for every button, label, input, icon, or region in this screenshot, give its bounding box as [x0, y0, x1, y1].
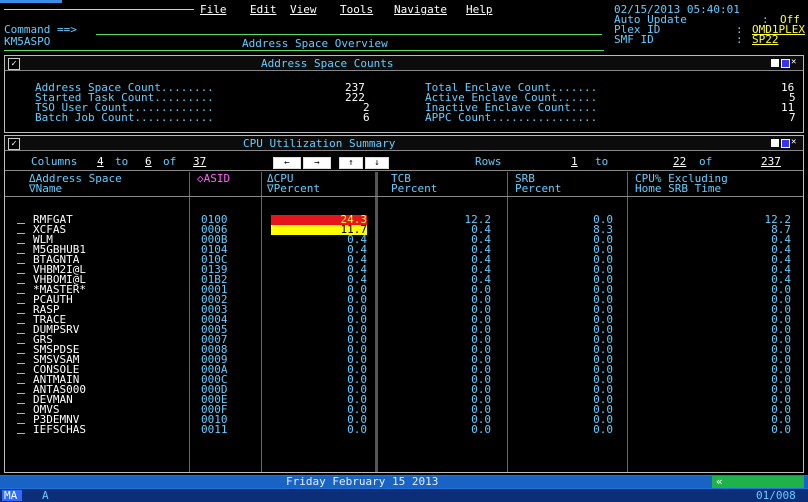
scroll-left-icon[interactable]: «: [716, 476, 723, 488]
counts-collapse-toggle[interactable]: ✓: [8, 58, 20, 70]
menu-help[interactable]: Help: [466, 4, 493, 16]
smf-colon: :: [736, 33, 743, 46]
count-label-batch: Batch Job Count............: [35, 111, 214, 124]
cell-tcb: 0.0: [471, 423, 491, 436]
row-select-field[interactable]: [17, 403, 25, 404]
row-select-field[interactable]: [17, 353, 25, 354]
status-left: MA: [4, 489, 18, 502]
panel-close-icon[interactable]: ✕: [791, 58, 800, 67]
row-select-field[interactable]: [17, 343, 25, 344]
row-select-field[interactable]: [17, 273, 25, 274]
cpu-panel: ✓ CPU Utilization Summary ✕ Columns 4 to…: [4, 135, 804, 473]
row-select-field[interactable]: [17, 323, 25, 324]
row-select-field[interactable]: [17, 303, 25, 304]
menu-navigate[interactable]: Navigate: [394, 4, 447, 16]
footer-scroll-area[interactable]: [712, 476, 804, 488]
row-select-field[interactable]: [17, 423, 25, 424]
row-select-field[interactable]: [17, 393, 25, 394]
counts-panel-title: Address Space Counts: [261, 57, 394, 70]
smf-value[interactable]: SP22: [752, 34, 779, 46]
top-tab: [0, 0, 62, 3]
counts-panel-titlebar: [5, 56, 803, 71]
title-underline: [4, 50, 604, 51]
count-value-appc: 7: [789, 111, 796, 124]
row-select-field[interactable]: [17, 413, 25, 414]
row-select-field[interactable]: [17, 243, 25, 244]
count-value-batch: 6: [363, 111, 370, 124]
row-select-field[interactable]: [17, 313, 25, 314]
row-select-field[interactable]: [17, 373, 25, 374]
count-label-appc: APPC Count................: [425, 111, 598, 124]
menu-file[interactable]: File: [200, 4, 227, 16]
row-select-field[interactable]: [17, 223, 25, 224]
row-select-field[interactable]: [17, 293, 25, 294]
table-body: RMFGAT 0100 24.3 12.2 0.0 12.2 XCFAS 0006 11.7 0.…: [5, 136, 803, 474]
status-mode: A: [42, 489, 49, 502]
cell-cpu: 0.0: [347, 423, 367, 436]
counts-panel: ✓ Address Space Counts ✕ Address Space C…: [4, 55, 804, 133]
cell-asid: 0011: [201, 423, 228, 436]
row-select-field[interactable]: [17, 363, 25, 364]
count-value-stc: 222: [345, 91, 365, 104]
row-select-field[interactable]: [17, 433, 25, 434]
status-right: 01/008: [756, 489, 796, 502]
menu-separator-line: [4, 9, 194, 10]
panel-maximize-icon[interactable]: [781, 59, 790, 68]
row-select-field[interactable]: [17, 253, 25, 254]
row-select-field[interactable]: [17, 233, 25, 234]
status-bar: MA A 01/008: [0, 489, 808, 502]
footer-date: Friday February 15 2013: [286, 475, 439, 488]
row-select-field[interactable]: [17, 283, 25, 284]
screen-title: Address Space Overview: [242, 37, 388, 50]
cell-srb: 0.0: [593, 423, 613, 436]
screen-id: KM5ASPO: [4, 35, 51, 48]
row-select-field[interactable]: [17, 263, 25, 264]
counts-panel-controls[interactable]: ✕: [771, 58, 801, 68]
menu-view[interactable]: View: [290, 4, 317, 16]
date-bar: Friday February 15 2013 «: [0, 475, 808, 489]
terminal-screen: File Edit View Tools Navigate Help 02/15…: [0, 0, 808, 502]
menu-edit[interactable]: Edit: [250, 4, 277, 16]
cell-name[interactable]: IEFSCHAS: [33, 424, 86, 435]
row-select-field[interactable]: [17, 383, 25, 384]
cell-excluding: 0.0: [771, 423, 791, 436]
row-select-field[interactable]: [17, 333, 25, 334]
smf-label: SMF ID: [614, 33, 654, 46]
menu-tools[interactable]: Tools: [340, 4, 373, 16]
command-input[interactable]: [96, 34, 602, 35]
panel-restore-icon[interactable]: [771, 59, 779, 67]
